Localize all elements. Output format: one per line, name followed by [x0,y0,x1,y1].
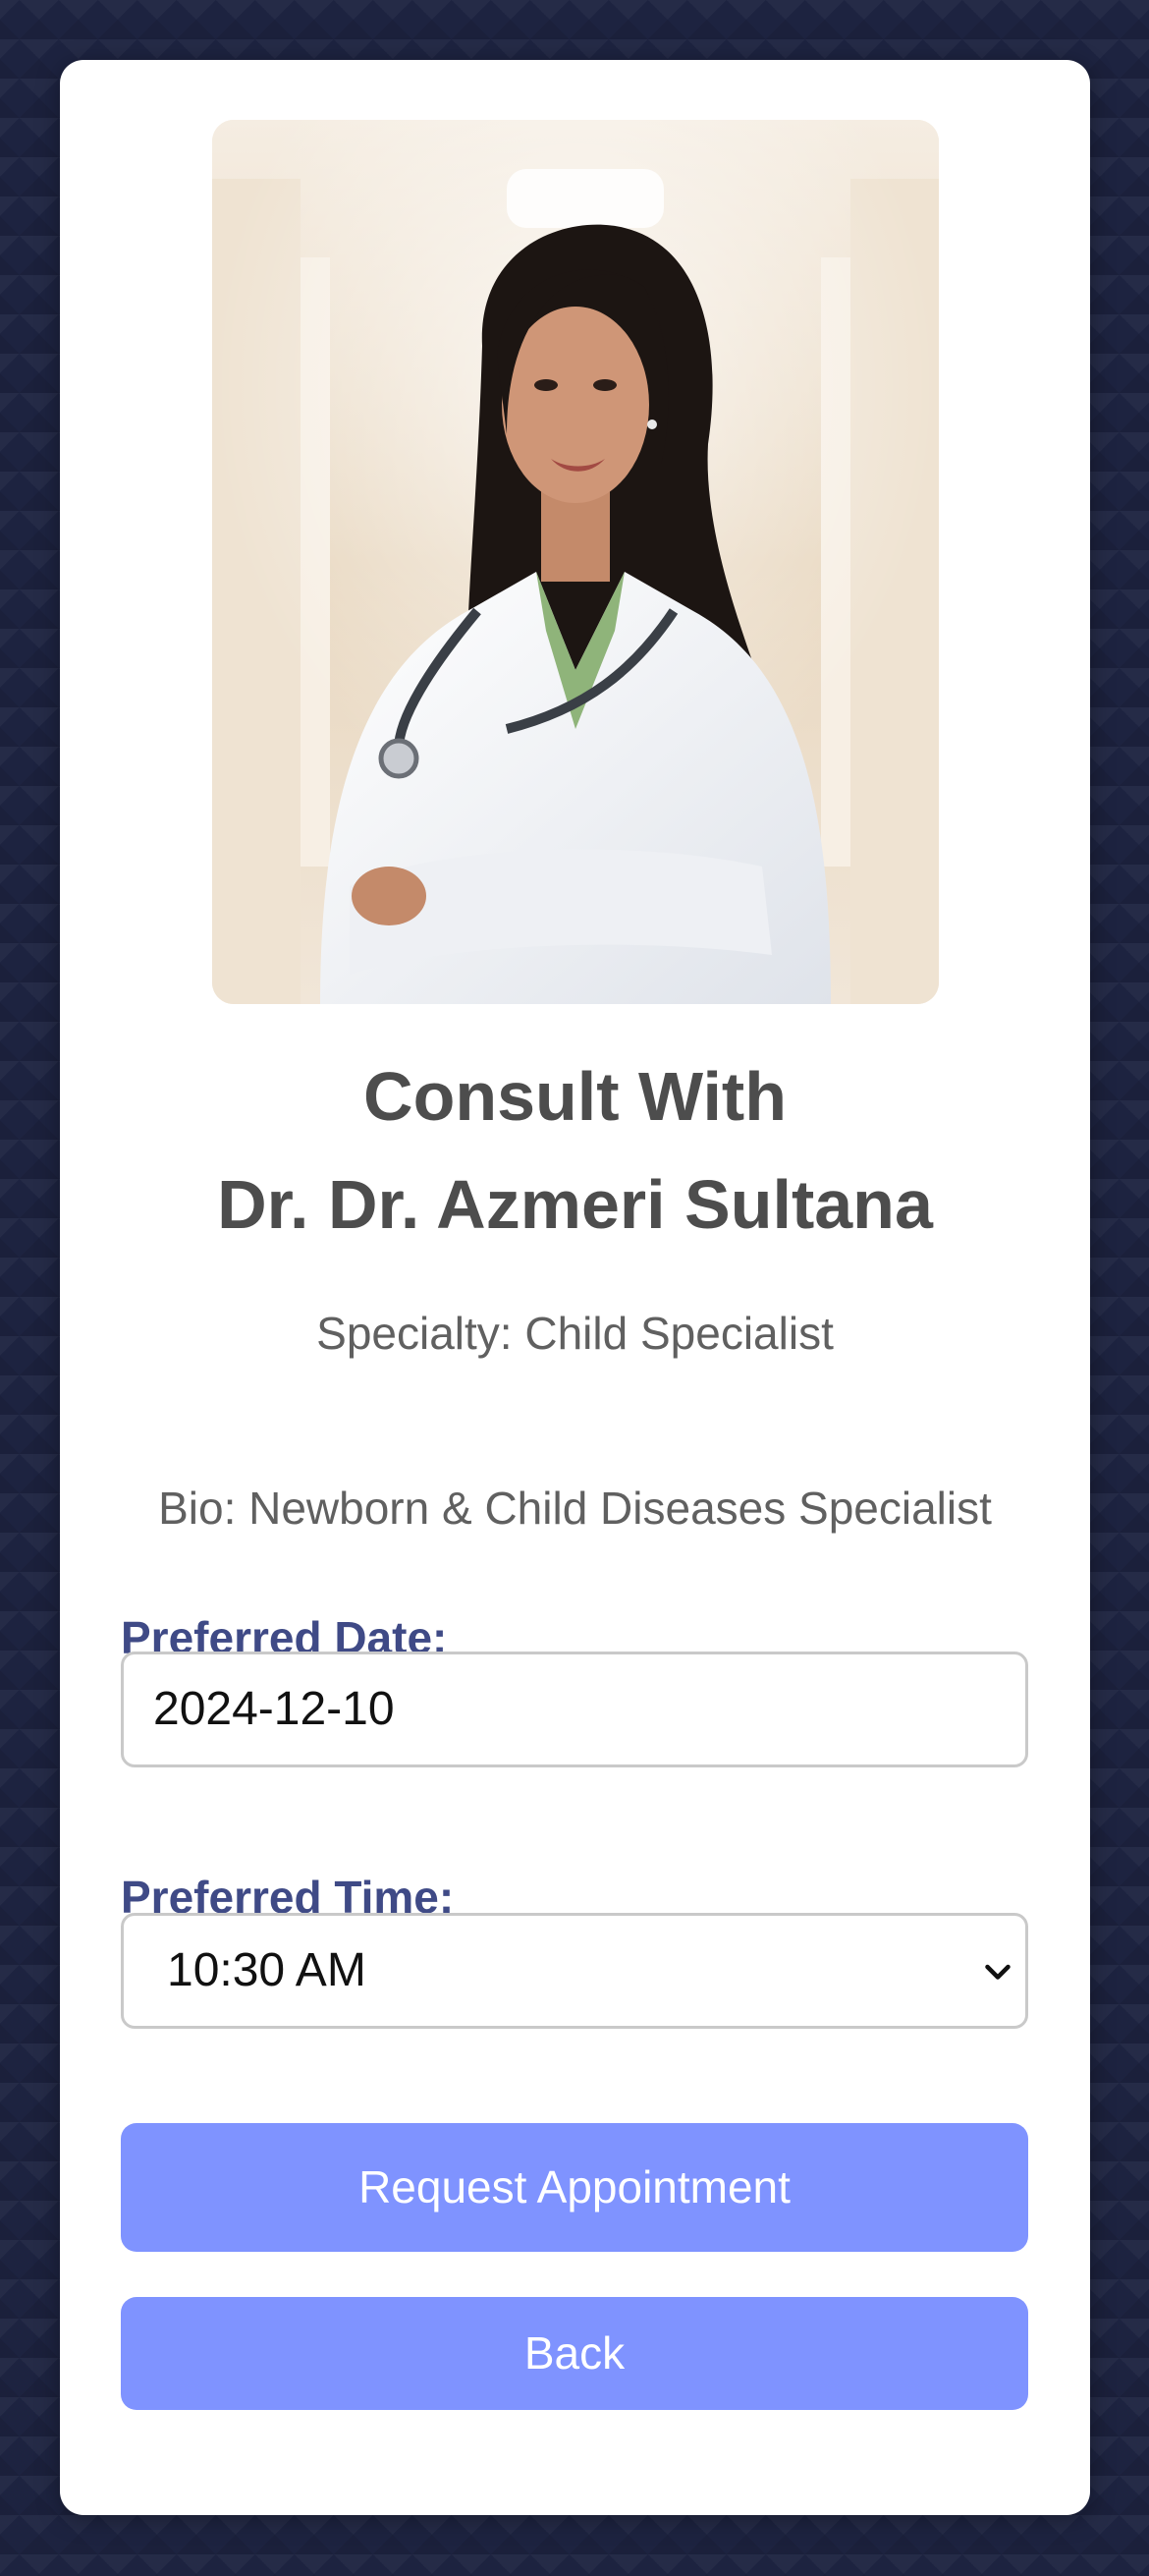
preferred-time-value: 10:30 AM [167,1944,366,1996]
chevron-down-icon [985,1964,1011,1980]
doctor-name: Dr. Dr. Azmeri Sultana [217,1166,933,1243]
back-button[interactable]: Back [121,2297,1028,2410]
page-title-line-1: Consult With [363,1058,787,1135]
preferred-time-select[interactable]: 10:30 AM [121,1913,1028,2029]
doctor-specialty: Specialty: Child Specialist [316,1308,834,1359]
preferred-date-value: 2024-12-10 [153,1683,395,1735]
preferred-date-input[interactable]: 2024-12-10 [121,1652,1028,1767]
request-appointment-button[interactable]: Request Appointment [121,2123,1028,2252]
consultation-card: Consult With Dr. Dr. Azmeri Sultana Spec… [60,60,1090,2515]
doctor-bio: Bio: Newborn & Child Diseases Specialist [158,1483,992,1534]
doctor-photo [212,120,939,1004]
